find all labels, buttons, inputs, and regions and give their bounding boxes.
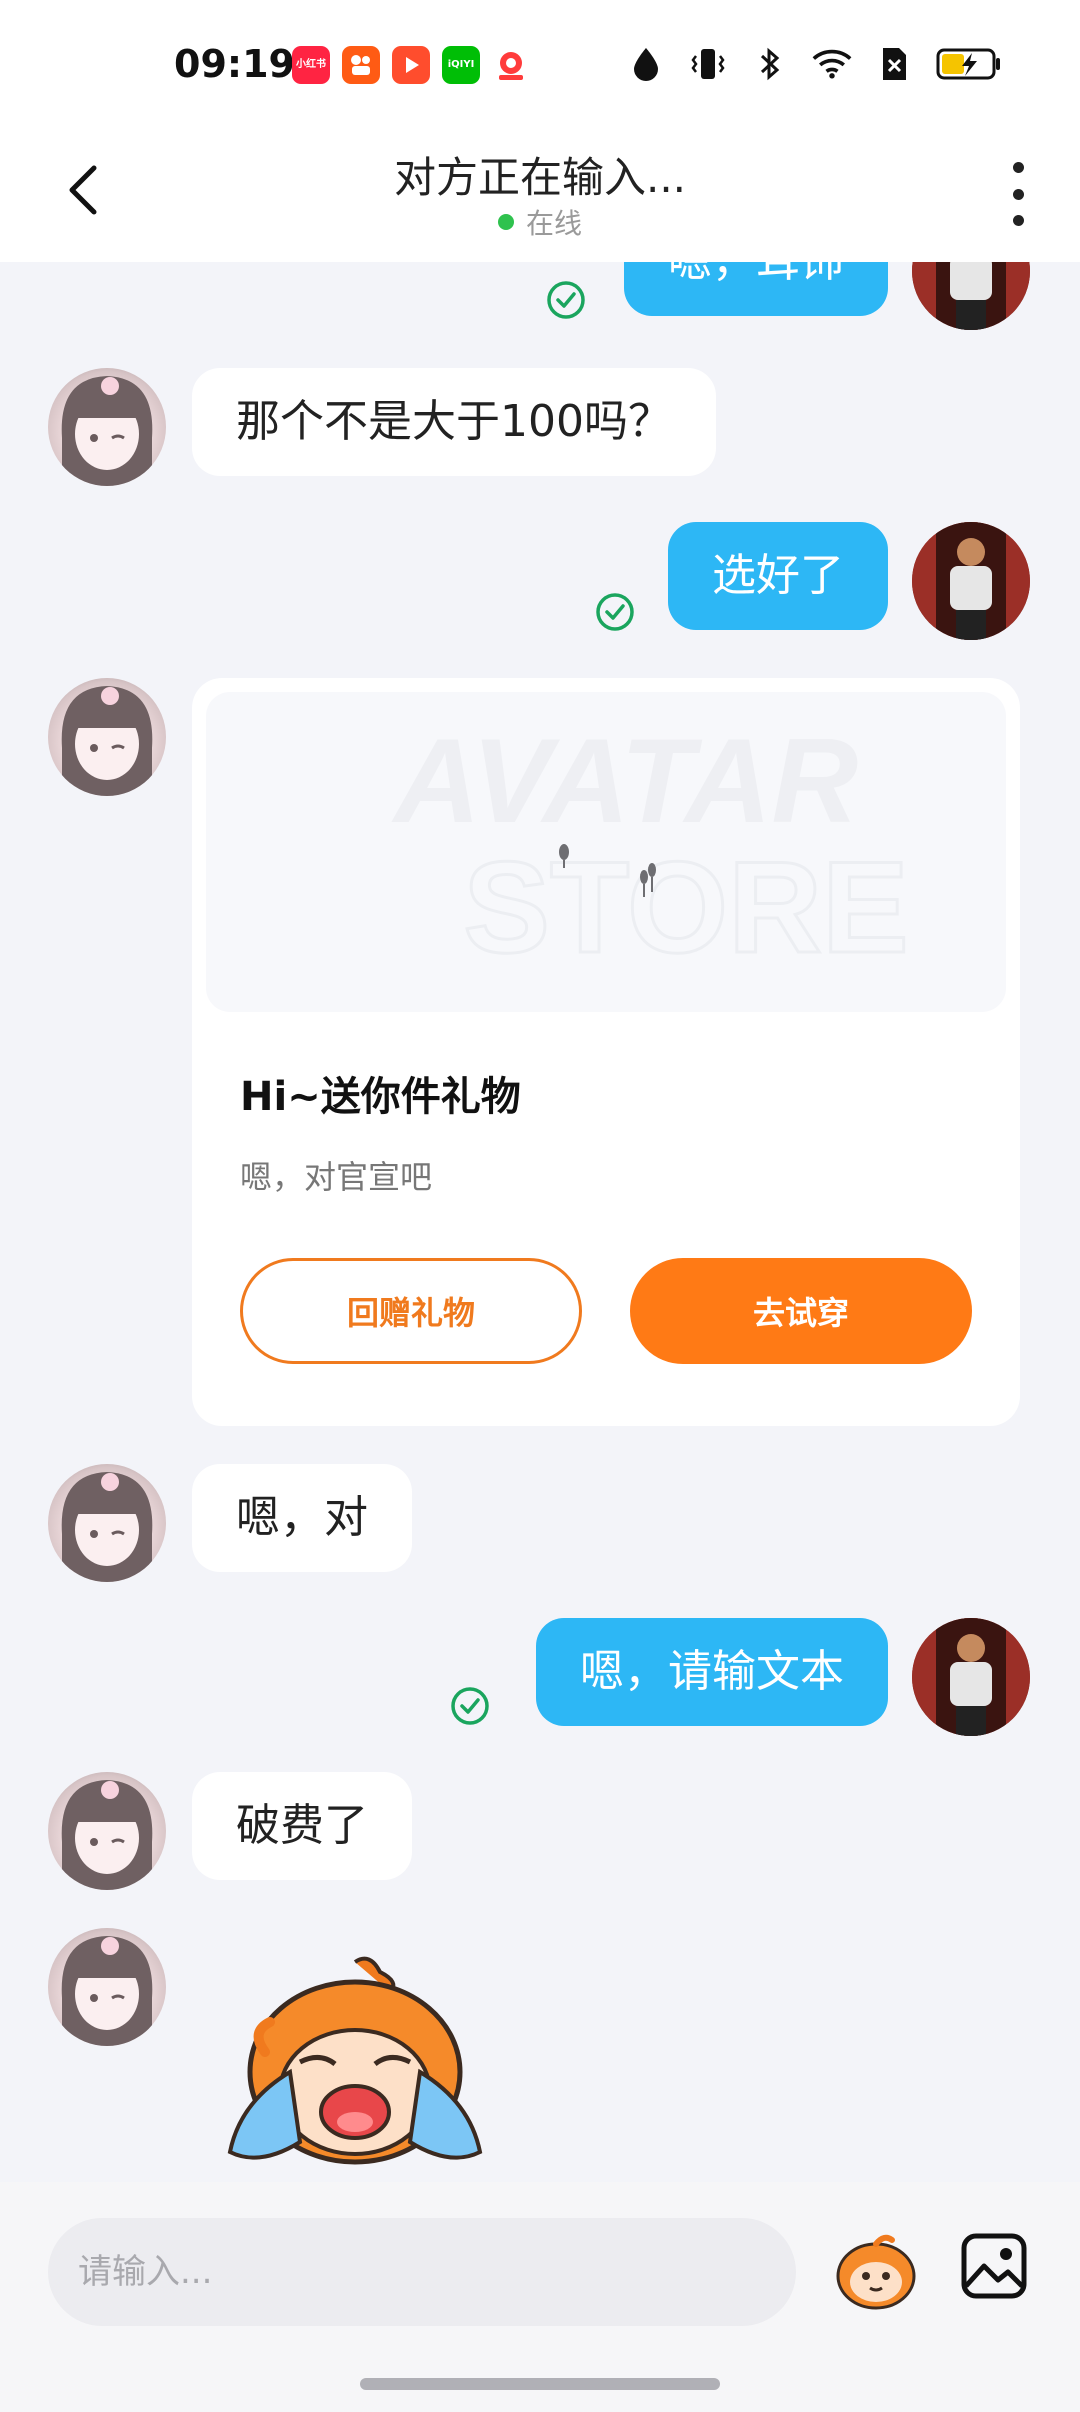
- online-label: 在线: [525, 207, 582, 240]
- iqiyi-icon: iQIYI: [442, 46, 480, 84]
- battery-charging-icon: [936, 44, 1002, 84]
- watermark-line1: AVATAR: [391, 714, 858, 848]
- gift-preview-image: AVATAR STORE: [206, 692, 1006, 1012]
- status-bar: 09:19 小红书 iQIYI: [0, 0, 1080, 120]
- xiaohongshu-icon: 小红书: [292, 46, 330, 84]
- system-status-icons: [626, 44, 1002, 84]
- message-list[interactable]: 嗯，耳饰 那个不是大于100吗？ 选好了 AVATAR STORE: [0, 262, 1080, 2182]
- home-indicator[interactable]: [360, 2378, 720, 2390]
- status-time: 09:19: [174, 42, 295, 86]
- image-icon: [961, 2233, 1027, 2299]
- vibrate-icon: [688, 44, 728, 84]
- message-bubble-outgoing[interactable]: 嗯，请输文本: [536, 1618, 888, 1726]
- contact-avatar[interactable]: [48, 1464, 166, 1582]
- contact-avatar[interactable]: [48, 368, 166, 486]
- message-bubble-incoming[interactable]: 破费了: [192, 1772, 412, 1880]
- notification-app-icons: 小红书 iQIYI: [292, 46, 530, 84]
- sticker-button[interactable]: [832, 2226, 920, 2314]
- no-sim-icon: [874, 44, 914, 84]
- data-saver-icon: [626, 44, 666, 84]
- more-options-button[interactable]: [996, 162, 1040, 226]
- crying-mascot-sticker[interactable]: [220, 1952, 490, 2182]
- wifi-icon: [812, 44, 852, 84]
- message-bubble-incoming[interactable]: 嗯，对: [192, 1464, 412, 1572]
- my-avatar[interactable]: [912, 262, 1030, 330]
- my-avatar[interactable]: [912, 522, 1030, 640]
- typing-status-title: 对方正在输入...: [393, 153, 687, 202]
- contact-avatar[interactable]: [48, 1772, 166, 1890]
- message-input[interactable]: 请输入...: [48, 2218, 796, 2326]
- online-status: 在线: [0, 202, 1080, 242]
- read-check-icon: [546, 280, 586, 320]
- chat-screen: 09:19 小红书 iQIYI 对方正在输入... 在线 那个不是大于100吗？…: [0, 0, 1080, 2412]
- message-bubble-incoming[interactable]: 那个不是大于100吗？: [192, 368, 716, 476]
- contact-avatar[interactable]: [48, 678, 166, 796]
- bluetooth-icon: [750, 44, 790, 84]
- message-bubble-outgoing[interactable]: 选好了: [668, 522, 888, 630]
- watermark-line2: STORE: [463, 834, 908, 980]
- gift-message-card[interactable]: AVATAR STORE Hi~送你件礼物 嗯，对官宣吧 回赠礼物 去试穿: [192, 678, 1020, 1426]
- message-input-bar: 请输入...: [0, 2182, 1080, 2412]
- image-picker-button[interactable]: [958, 2230, 1030, 2302]
- gift-title: Hi~送你件礼物: [240, 1074, 521, 1120]
- my-avatar[interactable]: [912, 1618, 1030, 1736]
- message-bubble-outgoing[interactable]: 嗯，耳饰: [624, 262, 888, 316]
- online-dot-icon: [497, 214, 514, 230]
- music-app-icon: [492, 46, 530, 84]
- kuaishou-icon: [342, 46, 380, 84]
- read-check-icon: [595, 592, 635, 632]
- chat-header: 对方正在输入... 在线: [0, 120, 1080, 262]
- gift-subtitle: 嗯，对官宣吧: [240, 1158, 433, 1196]
- try-on-button[interactable]: 去试穿: [630, 1258, 972, 1364]
- mascot-sticker-icon: [836, 2234, 916, 2310]
- video-app-icon: [392, 46, 430, 84]
- contact-avatar[interactable]: [48, 1928, 166, 2046]
- return-gift-button[interactable]: 回赠礼物: [240, 1258, 582, 1364]
- read-check-icon: [450, 1686, 490, 1726]
